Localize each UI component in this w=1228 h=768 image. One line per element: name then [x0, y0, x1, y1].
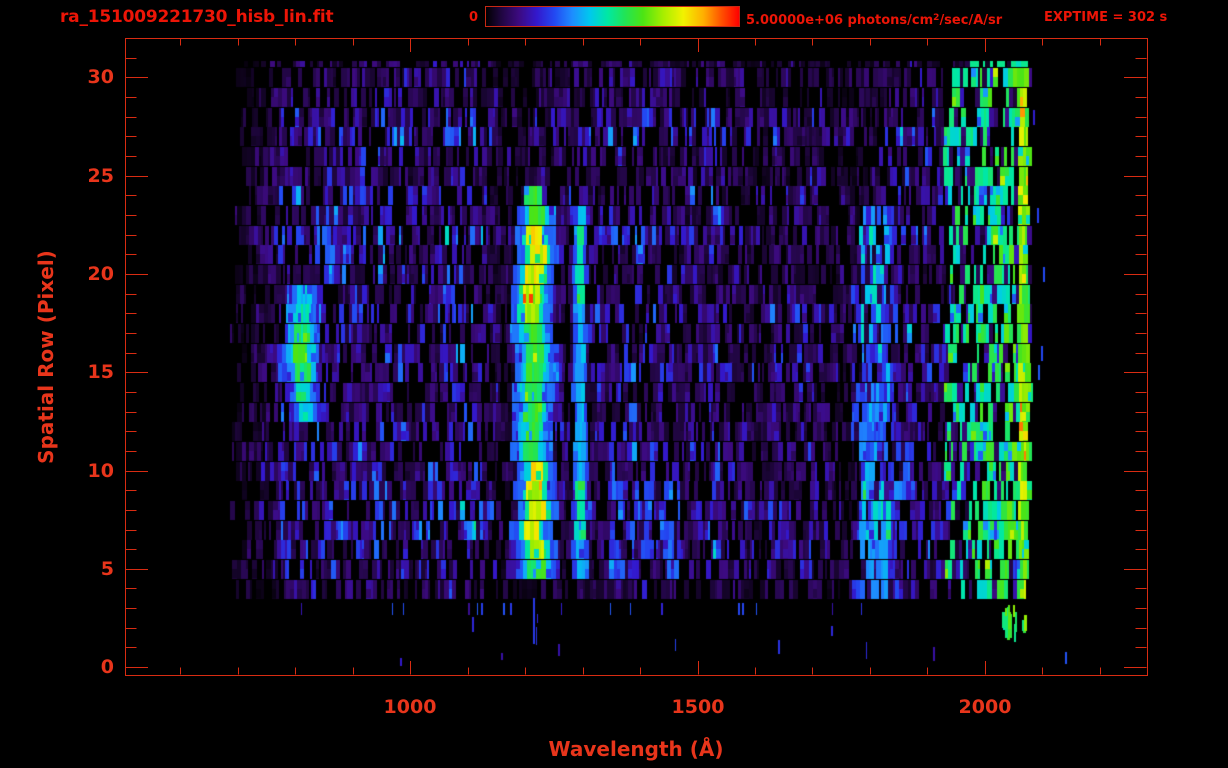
y-tick-label: 25 — [87, 165, 114, 187]
colorbar-max-prefix: 5.00000e+06 photons/cm — [746, 13, 934, 28]
x-tick-label: 2000 — [958, 696, 1012, 718]
exptime-label: EXPTIME = 302 s — [1044, 10, 1168, 25]
colorbar — [485, 6, 740, 27]
colorbar-max-label: 5.00000e+06 photons/cm2/sec/A/sr — [746, 11, 1002, 28]
x-tick-label: 1000 — [383, 696, 437, 718]
y-tick-label: 10 — [87, 460, 114, 482]
plot-axes — [125, 38, 1148, 676]
y-tick-label: 5 — [100, 558, 114, 580]
y-tick-label: 0 — [100, 656, 114, 678]
colorbar-max-suffix: /sec/A/sr — [939, 13, 1003, 28]
plot-frame — [125, 38, 1148, 676]
colorbar-gradient — [486, 7, 739, 26]
y-tick-label: 20 — [87, 263, 114, 285]
y-axis-title: Spatial Row (Pixel) — [34, 250, 58, 464]
spectrum-viewer-window: ra_151009221730_hisb_lin.fit 0 5.00000e+… — [0, 0, 1228, 768]
filename-title: ra_151009221730_hisb_lin.fit — [60, 7, 334, 27]
x-axis-title: Wavelength (Å) — [548, 737, 724, 761]
colorbar-min-label: 0 — [468, 10, 478, 25]
y-tick-label: 30 — [87, 66, 114, 88]
x-tick-label: 1500 — [671, 696, 725, 718]
y-tick-label: 15 — [87, 361, 114, 383]
